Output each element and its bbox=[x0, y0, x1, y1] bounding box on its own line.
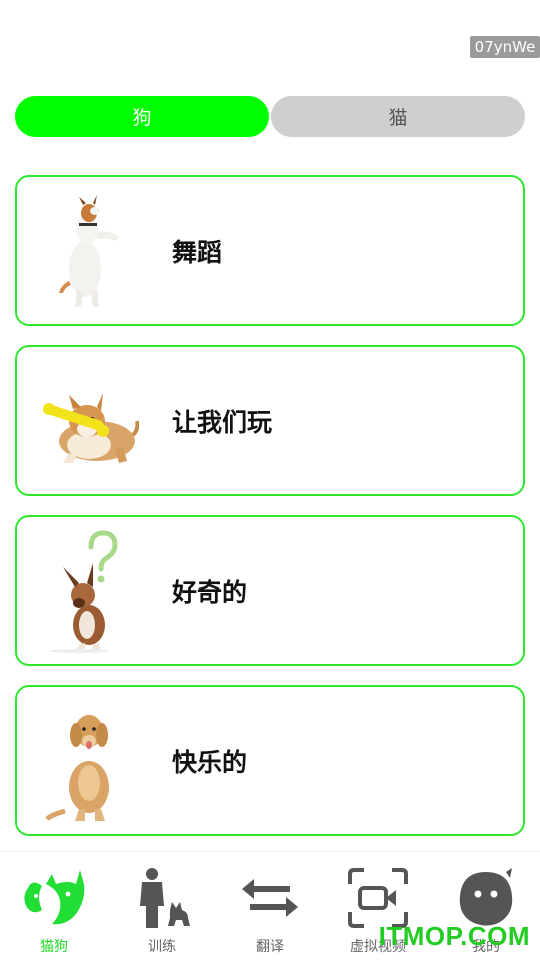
card-happy[interactable]: 快乐的 bbox=[15, 685, 525, 836]
watermark-text: ITMOP.COM bbox=[378, 921, 530, 951]
person-with-dog-icon bbox=[140, 868, 190, 928]
dancing-dog-image bbox=[59, 195, 119, 307]
curious-dog-image bbox=[49, 530, 118, 653]
nav-item-training[interactable]: 训练 bbox=[108, 852, 216, 960]
card-label: 快乐的 bbox=[172, 747, 248, 777]
tab-dog[interactable]: 狗 bbox=[15, 96, 269, 137]
nav-label: 翻译 bbox=[256, 939, 284, 955]
nav-label: 猫狗 bbox=[40, 939, 68, 955]
card-dancing[interactable]: 舞蹈 bbox=[15, 175, 525, 326]
swap-arrows-icon bbox=[242, 879, 298, 917]
tab-cat[interactable]: 猫 bbox=[271, 96, 525, 137]
card-label: 舞蹈 bbox=[172, 237, 223, 267]
nav-item-cat-dog[interactable]: 猫狗 bbox=[0, 852, 108, 960]
nav-item-translate[interactable]: 翻译 bbox=[216, 852, 324, 960]
card-label: 好奇的 bbox=[172, 577, 248, 607]
corgi-with-toy-image bbox=[43, 393, 139, 463]
happy-golden-retriever-image bbox=[45, 715, 109, 821]
cat-dog-icon bbox=[24, 870, 85, 925]
nav-label: 训练 bbox=[148, 939, 176, 955]
card-lets-play[interactable]: 让我们玩 bbox=[15, 345, 525, 496]
category-tabs: 狗 猫 bbox=[15, 96, 525, 137]
card-curious[interactable]: 好奇的 bbox=[15, 515, 525, 666]
bottom-navigation: 猫狗 训练 翻译 虚拟视频 我的 ITMOP.COM bbox=[0, 851, 540, 960]
card-label: 让我们玩 bbox=[172, 407, 273, 437]
id-badge: 07ynWe bbox=[470, 36, 540, 58]
sound-card-list: 舞蹈 让我们玩 好奇的 快乐的 bbox=[15, 175, 525, 855]
